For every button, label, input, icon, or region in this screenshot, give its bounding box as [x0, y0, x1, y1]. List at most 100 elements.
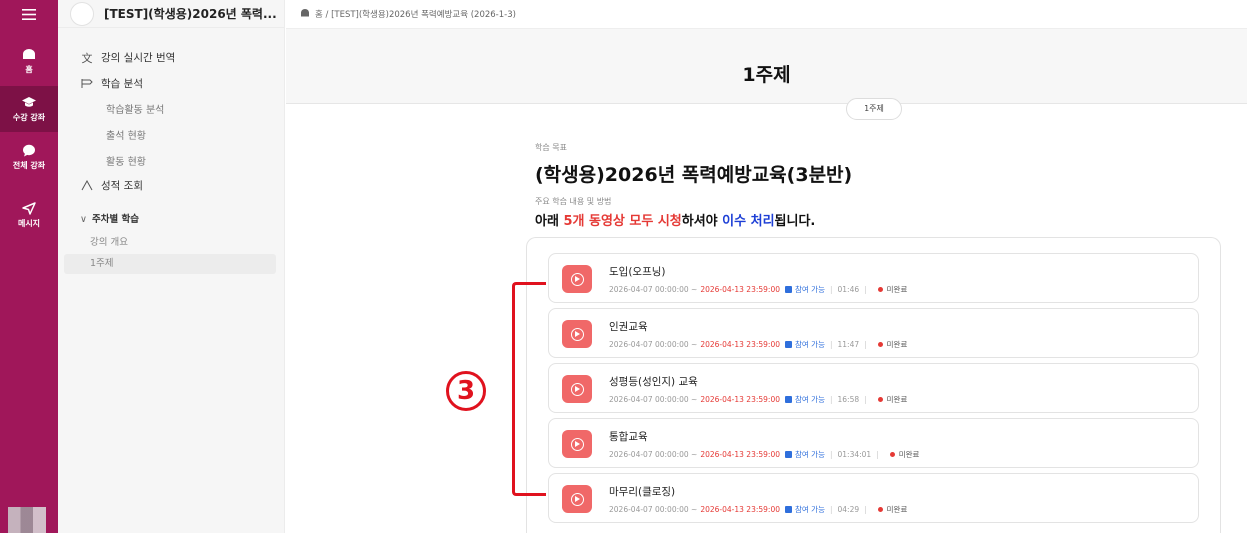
goal-label: 학습 목표 [535, 143, 567, 152]
menu-realtime-translate[interactable]: 文 강의 실시간 번역 [80, 50, 176, 65]
breadcrumb-text[interactable]: 홈 / [TEST](학생용)2026년 폭력예방교육 (2026-1-3) [315, 8, 516, 20]
activity-meta: 2026-04-07 00:00:00 ~2026-04-13 23:59:00… [609, 505, 908, 514]
duration: 04:29 [837, 505, 860, 514]
translate-icon: 文 [81, 51, 93, 65]
notice-highlight: 이수 처리 [722, 214, 775, 229]
main-content: 홈 / [TEST](학생용)2026년 폭력예방교육 (2026-1-3) 1… [286, 0, 1247, 533]
menu-label: 강의 실시간 번역 [101, 52, 176, 64]
rail-item-all-courses[interactable]: 전체 강좌 [0, 134, 58, 180]
status-badge: 미완료 [886, 285, 908, 294]
annotation-marker: 3 [446, 371, 486, 411]
duration: 01:34:01 [837, 450, 872, 459]
course-sidebar: [TEST](학생용)2026년 폭력... 文 강의 실시간 번역 학습 분석… [58, 0, 285, 533]
availability: 참여 가능 [794, 395, 825, 404]
course-header[interactable]: [TEST](학생용)2026년 폭력... [58, 0, 284, 28]
hamburger-menu-icon[interactable] [0, 0, 58, 28]
activity-item[interactable]: 성평등(성인지) 교육 2026-04-07 00:00:00 ~2026-04… [548, 363, 1199, 413]
completion-notice: 아래 5개 동영상 모두 시청하셔야 이수 처리됩니다. [535, 210, 815, 229]
submenu-activity-status[interactable]: 활동 현황 [106, 153, 146, 168]
week-item-topic-1[interactable]: 1주제 [64, 254, 276, 274]
notice-highlight: 5개 동영상 모두 시청 [563, 214, 682, 229]
notice-text: 됩니다. [774, 214, 816, 229]
start-date: 2026-04-07 00:00:00 [609, 340, 689, 349]
home-icon[interactable] [300, 8, 310, 20]
home-icon [21, 47, 37, 61]
course-title: [TEST](학생용)2026년 폭력... [104, 7, 277, 21]
week-section-toggle[interactable]: ∨ 주차별 학습 [80, 211, 139, 225]
activity-meta: 2026-04-07 00:00:00 ~2026-04-13 23:59:00… [609, 395, 908, 404]
activity-name: 도입(오프닝) [609, 266, 666, 278]
course-avatar [70, 1, 94, 26]
calendar-icon [784, 451, 792, 458]
app-rail: 홈 수강 강좌 전체 강좌 메시지 [0, 0, 58, 533]
status-dot-icon [877, 342, 883, 347]
breadcrumb: 홈 / [TEST](학생용)2026년 폭력예방교육 (2026-1-3) [300, 8, 516, 20]
duration: 01:46 [837, 285, 860, 294]
chat-bubble-icon [21, 143, 37, 157]
activity-name: 마무리(클로징) [609, 486, 676, 498]
rail-label: 홈 [25, 65, 33, 74]
video-play-icon [562, 485, 592, 513]
start-date: 2026-04-07 00:00:00 [609, 505, 689, 514]
end-date: 2026-04-13 23:59:00 [700, 450, 780, 459]
grade-icon [80, 180, 94, 192]
end-date: 2026-04-13 23:59:00 [700, 285, 780, 294]
video-play-icon [562, 265, 592, 293]
user-avatar[interactable] [8, 507, 46, 533]
availability: 참여 가능 [794, 505, 825, 514]
notice-text: 아래 [535, 214, 564, 229]
method-label: 주요 학습 내용 및 방법 [535, 197, 612, 206]
video-play-icon [562, 320, 592, 348]
availability: 참여 가능 [794, 340, 825, 349]
availability: 참여 가능 [794, 450, 825, 459]
duration: 11:47 [837, 340, 860, 349]
send-icon [21, 201, 37, 215]
rail-label: 메시지 [17, 219, 41, 228]
calendar-icon [784, 396, 792, 403]
submenu-activity-analysis[interactable]: 학습활동 분석 [106, 101, 164, 116]
notice-text: 하셔야 [681, 214, 723, 229]
status-badge: 미완료 [886, 395, 908, 404]
goal-title: (학생용)2026년 폭력예방교육(3분반) [535, 164, 853, 186]
submenu-attendance[interactable]: 출석 현황 [106, 127, 146, 142]
menu-learning-analysis[interactable]: 학습 분석 [80, 76, 143, 91]
status-badge: 미완료 [898, 450, 920, 459]
chevron-down-icon: ∨ [80, 214, 87, 225]
calendar-icon [784, 286, 792, 293]
annotation-bracket [512, 282, 546, 496]
video-play-icon [562, 430, 592, 458]
calendar-icon [784, 506, 792, 513]
rail-item-home[interactable]: 홈 [0, 38, 58, 84]
activity-item[interactable]: 인권교육 2026-04-07 00:00:00 ~2026-04-13 23:… [548, 308, 1199, 358]
menu-label: 학습 분석 [101, 78, 143, 90]
activity-name: 성평등(성인지) 교육 [609, 376, 698, 388]
graduation-cap-icon [21, 95, 37, 109]
activity-item[interactable]: 마무리(클로징) 2026-04-07 00:00:00 ~2026-04-13… [548, 473, 1199, 523]
topic-pill[interactable]: 1주제 [846, 98, 902, 120]
rail-item-messages[interactable]: 메시지 [0, 192, 58, 238]
end-date: 2026-04-13 23:59:00 [700, 395, 780, 404]
menu-label: 성적 조회 [101, 180, 143, 192]
status-badge: 미완료 [886, 340, 908, 349]
status-dot-icon [889, 452, 895, 457]
status-dot-icon [877, 397, 883, 402]
week-section-label: 주차별 학습 [91, 214, 139, 225]
availability: 참여 가능 [794, 285, 825, 294]
annotation-number: 3 [456, 376, 476, 406]
end-date: 2026-04-13 23:59:00 [700, 505, 780, 514]
page-title: 1주제 [742, 64, 791, 86]
activity-name: 인권교육 [609, 321, 648, 333]
status-dot-icon [877, 507, 883, 512]
rail-item-my-courses[interactable]: 수강 강좌 [0, 86, 58, 132]
end-date: 2026-04-13 23:59:00 [700, 340, 780, 349]
activity-item[interactable]: 도입(오프닝) 2026-04-07 00:00:00 ~2026-04-13 … [548, 253, 1199, 303]
analytics-icon [80, 78, 94, 90]
activity-item[interactable]: 통합교육 2026-04-07 00:00:00 ~2026-04-13 23:… [548, 418, 1199, 468]
calendar-icon [784, 341, 792, 348]
menu-grades[interactable]: 성적 조회 [80, 178, 143, 193]
status-dot-icon [877, 287, 883, 292]
start-date: 2026-04-07 00:00:00 [609, 395, 689, 404]
week-item-overview[interactable]: 강의 개요 [90, 234, 128, 248]
activity-meta: 2026-04-07 00:00:00 ~2026-04-13 23:59:00… [609, 450, 920, 459]
activity-name: 통합교육 [609, 431, 648, 443]
